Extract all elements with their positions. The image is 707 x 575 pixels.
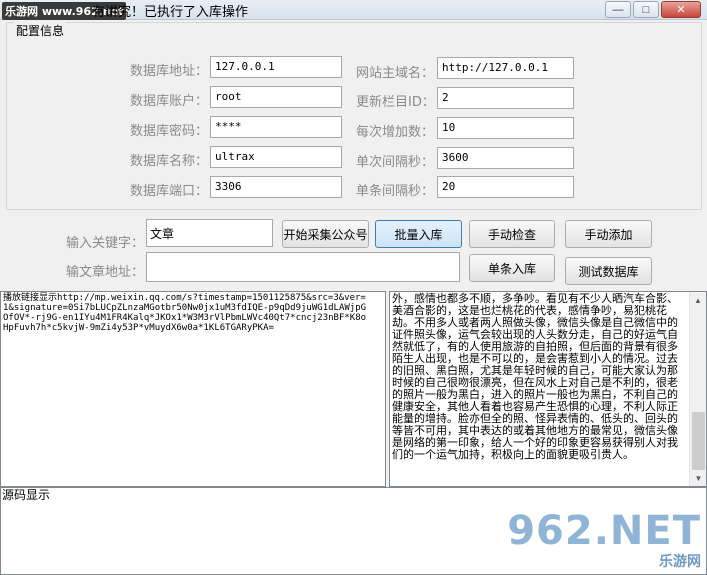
article-text: 外，感情也都多不顺，多争吵。看见有不少人晒汽车合影、美酒合影的，这是也烂桃花的代… xyxy=(392,292,678,461)
increment-field[interactable]: 10 xyxy=(437,117,574,139)
item-interval-label: 单条间隔秒： xyxy=(356,184,435,199)
keyword-field[interactable]: 文章 xyxy=(146,219,273,247)
db-password-field[interactable]: **** xyxy=(210,116,342,138)
article-output[interactable]: 外，感情也都多不顺，多争吵。看见有不少人晒汽车合影、美酒合影的，这是也烂桃花的代… xyxy=(389,291,707,487)
scroll-thumb[interactable] xyxy=(692,412,705,470)
minimize-icon: — xyxy=(612,3,624,16)
watermark-site-text: 乐游网 xyxy=(659,554,701,570)
close-button[interactable]: ✕ xyxy=(661,1,701,18)
keyword-label: 输入关键字： xyxy=(66,236,145,251)
test-database-button[interactable]: 测试数据库 xyxy=(565,257,652,285)
manual-add-button[interactable]: 手动添加 xyxy=(565,220,652,248)
brand-watermark: 962.NET 乐游网 xyxy=(507,511,701,571)
config-legend: 配置信息 xyxy=(14,22,67,39)
watermark-brand-text: 962.NET xyxy=(507,508,701,554)
source-label: 源码显示 xyxy=(2,488,51,502)
db-address-label: 数据库地址： xyxy=(130,64,209,79)
minimize-button[interactable]: — xyxy=(605,1,631,18)
scroll-down-icon[interactable]: ▼ xyxy=(690,470,706,486)
close-icon: ✕ xyxy=(676,4,686,16)
log-text: 播放链接显示http://mp.weixin.qq.com/s?timestam… xyxy=(3,293,367,333)
article-url-label: 输文章地址： xyxy=(66,265,145,280)
db-account-label: 数据库账户： xyxy=(130,94,209,109)
manual-check-button[interactable]: 手动检查 xyxy=(469,220,555,248)
item-interval-field[interactable]: 20 xyxy=(437,176,574,198)
db-port-label: 数据库端口： xyxy=(130,184,209,199)
scroll-up-icon[interactable]: ▲ xyxy=(690,292,706,308)
db-address-field[interactable]: 127.0.0.1 xyxy=(210,56,342,78)
window-title: 有讲究！已执行了入库操作 xyxy=(92,5,249,20)
maximize-icon: □ xyxy=(642,3,650,16)
column-id-label: 更新栏目ID： xyxy=(356,95,435,110)
db-account-field[interactable]: root xyxy=(210,86,342,108)
db-password-label: 数据库密码： xyxy=(130,124,209,139)
interval-field[interactable]: 3600 xyxy=(437,147,574,169)
article-url-field[interactable] xyxy=(146,252,460,282)
log-output[interactable]: 播放链接显示http://mp.weixin.qq.com/s?timestam… xyxy=(0,291,386,487)
config-group xyxy=(6,22,702,210)
column-id-field[interactable]: 2 xyxy=(437,87,574,109)
db-name-field[interactable]: ultrax xyxy=(210,146,342,168)
interval-label: 单次间隔秒： xyxy=(356,155,435,170)
maximize-button[interactable]: □ xyxy=(633,1,659,18)
db-port-field[interactable]: 3306 xyxy=(210,176,342,198)
site-domain-field[interactable]: http://127.0.0.1 xyxy=(437,57,574,79)
article-scrollbar[interactable]: ▲ ▼ xyxy=(689,292,706,486)
start-collect-button[interactable]: 开始采集公众号 xyxy=(282,220,369,248)
window-controls: — □ ✕ xyxy=(605,1,701,18)
increment-label: 每次增加数： xyxy=(356,125,435,140)
single-import-button[interactable]: 单条入库 xyxy=(469,254,555,282)
batch-import-button[interactable]: 批量入库 xyxy=(375,220,462,248)
db-name-label: 数据库名称： xyxy=(130,154,209,169)
site-domain-label: 网站主域名： xyxy=(356,66,435,81)
